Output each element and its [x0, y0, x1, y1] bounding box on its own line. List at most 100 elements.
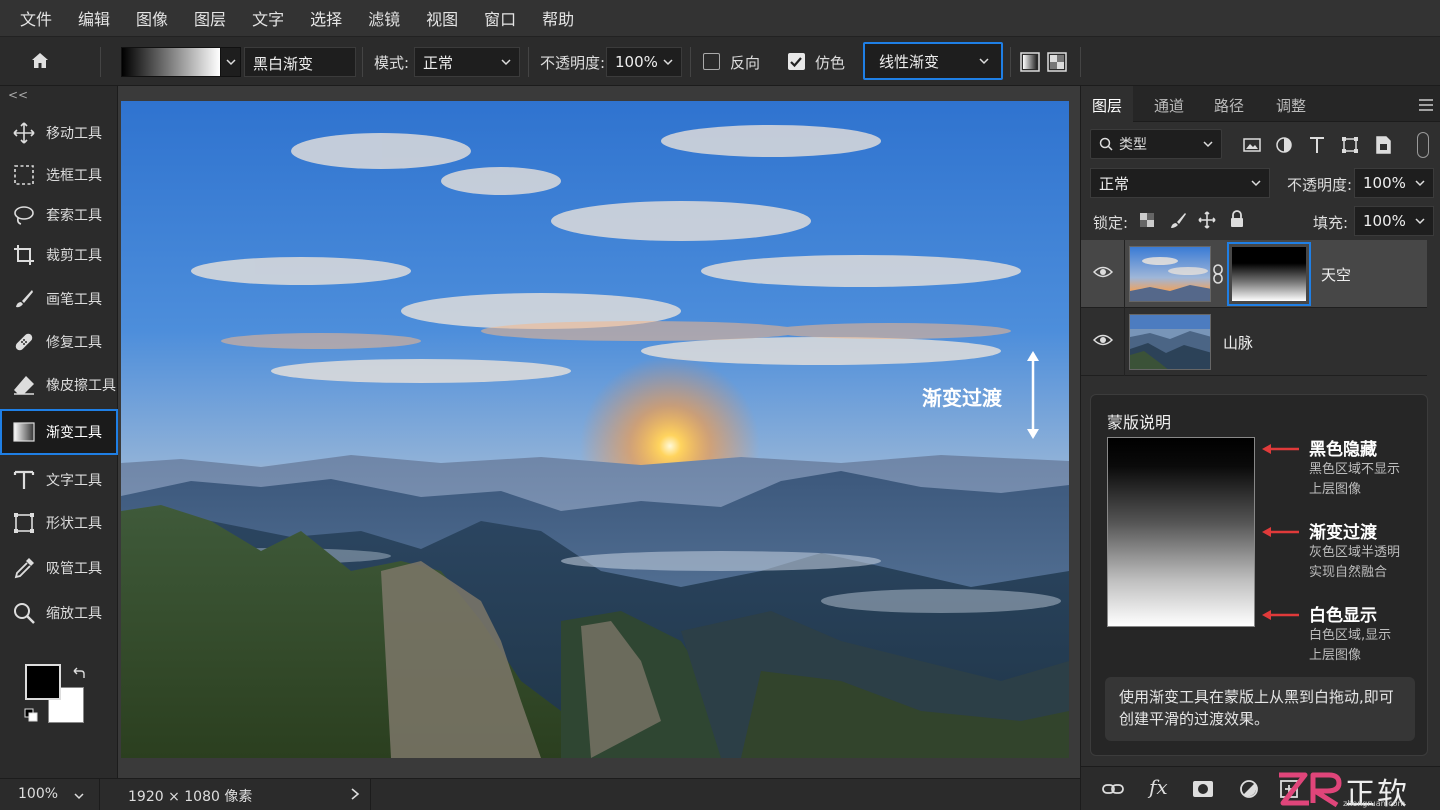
menu-view[interactable]: 视图: [426, 6, 458, 30]
menu-window[interactable]: 窗口: [484, 6, 516, 30]
filter-type-icon[interactable]: [1306, 134, 1328, 156]
canvas-area[interactable]: 渐变过渡: [118, 86, 1080, 778]
panel-menu-icon[interactable]: [1419, 99, 1433, 111]
gradient-style-mask-icon[interactable]: [1047, 52, 1067, 72]
eye-icon[interactable]: [1093, 264, 1113, 280]
lock-position-icon[interactable]: [1198, 211, 1216, 229]
zoom-select[interactable]: 100%: [0, 779, 100, 810]
default-colors-icon[interactable]: [24, 708, 38, 722]
mask-gradient-illustration: [1107, 437, 1255, 627]
blend-mode-select[interactable]: 正常: [1090, 168, 1270, 198]
layer-row-mountains[interactable]: 山脉: [1081, 308, 1427, 376]
tab-adjustments[interactable]: 调整: [1265, 86, 1317, 122]
fill-input[interactable]: 100%: [1354, 206, 1434, 236]
layer-name[interactable]: 山脉: [1223, 332, 1253, 353]
dither-checkbox[interactable]: [788, 53, 805, 70]
reverse-checkbox[interactable]: [703, 53, 720, 70]
lock-transparent-icon[interactable]: [1139, 212, 1155, 228]
annotation-heading: 黑色隐藏: [1309, 440, 1377, 460]
tool-gradient[interactable]: 渐变工具: [0, 409, 118, 455]
brush-icon: [16, 290, 33, 308]
tab-paths[interactable]: 路径: [1203, 86, 1255, 122]
divider: [690, 47, 691, 77]
eraser-icon: [14, 376, 34, 395]
link-layers-icon[interactable]: [1101, 777, 1125, 801]
mode-label: 模式:: [374, 54, 410, 72]
layer-opacity-label: 不透明度:: [1287, 176, 1353, 194]
tool-label: 选框工具: [46, 168, 102, 184]
menu-bar: 文件 编辑 图像 图层 文字 选择 滤镜 视图 窗口 帮助: [0, 0, 1440, 36]
gradient-picker[interactable]: [121, 47, 241, 77]
adjustment-layer-icon[interactable]: [1237, 777, 1261, 801]
filter-smart-object-icon[interactable]: [1372, 134, 1394, 156]
eye-icon[interactable]: [1093, 332, 1113, 348]
tool-zoom[interactable]: 缩放工具: [2, 592, 116, 634]
document-image[interactable]: [121, 101, 1069, 758]
swap-colors-icon[interactable]: [72, 666, 86, 680]
lock-all-icon[interactable]: [1229, 210, 1245, 228]
filter-image-icon[interactable]: [1241, 134, 1263, 156]
menu-image[interactable]: 图像: [136, 6, 168, 30]
chevron-right-icon[interactable]: [350, 787, 360, 801]
menu-file[interactable]: 文件: [20, 6, 52, 30]
lock-pixels-icon[interactable]: [1169, 211, 1187, 229]
mask-annotation-gradient: 渐变过渡 灰色区域半透明 实现自然融合: [1309, 518, 1400, 583]
mask-card-title: 蒙版说明: [1107, 413, 1172, 432]
layer-opacity-input[interactable]: 100%: [1354, 168, 1434, 198]
filter-adjustment-icon[interactable]: [1273, 134, 1295, 156]
gradient-icon: [13, 422, 35, 442]
layer-thumbnail[interactable]: [1129, 246, 1211, 302]
mask-gradient-preview: [1232, 247, 1306, 301]
tool-eyedropper[interactable]: 吸管工具: [2, 547, 116, 589]
menu-layer[interactable]: 图层: [194, 6, 226, 30]
tool-shape[interactable]: 形状工具: [2, 502, 116, 544]
tool-healing[interactable]: 修复工具: [2, 321, 116, 363]
mode-select[interactable]: 正常: [414, 47, 520, 77]
filter-shape-icon[interactable]: [1339, 134, 1361, 156]
tool-eraser[interactable]: 橡皮擦工具: [2, 364, 116, 406]
filter-toggle[interactable]: [1417, 132, 1429, 158]
link-icon[interactable]: [1211, 264, 1225, 284]
tool-crop[interactable]: 裁剪工具: [2, 234, 116, 276]
tool-label: 文字工具: [46, 473, 102, 489]
opacity-input[interactable]: 100%: [606, 47, 682, 77]
layer-mask-thumbnail[interactable]: [1227, 242, 1311, 306]
tool-label: 橡皮擦工具: [46, 378, 116, 394]
tab-layers[interactable]: 图层: [1081, 86, 1133, 122]
menu-filter[interactable]: 滤镜: [368, 6, 400, 30]
marquee-icon: [14, 165, 34, 185]
tool-type[interactable]: 文字工具: [2, 459, 116, 501]
menu-help[interactable]: 帮助: [542, 6, 574, 30]
gradient-type-select[interactable]: 线性渐变: [863, 42, 1003, 80]
menu-select[interactable]: 选择: [310, 6, 342, 30]
type-icon: [13, 470, 35, 489]
annotation-desc: 上层图像: [1309, 482, 1362, 497]
menu-edit[interactable]: 编辑: [78, 6, 110, 30]
panel-bottom-bar: fx 正软 zhengruan.com: [1081, 766, 1440, 810]
collapse-toolbar-button[interactable]: <<: [8, 88, 28, 102]
layer-style-fx-icon[interactable]: fx: [1149, 775, 1168, 799]
foreground-color-swatch[interactable]: [25, 664, 61, 700]
layer-row-sky[interactable]: 天空: [1081, 240, 1427, 308]
gradient-dropdown[interactable]: [220, 48, 240, 76]
gradient-swatch[interactable]: [122, 48, 220, 76]
options-bar: 黑白渐变 模式: 正常 不透明度: 100% 反向 仿色 线性渐变: [0, 36, 1440, 86]
tab-channels[interactable]: 通道: [1143, 86, 1195, 122]
tool-label: 移动工具: [46, 126, 102, 142]
layer-filter-select[interactable]: 类型: [1090, 129, 1222, 159]
layer-opacity-value: 100%: [1363, 174, 1406, 192]
layer-thumbnail[interactable]: [1129, 314, 1211, 370]
tool-brush[interactable]: 画笔工具: [2, 278, 116, 320]
gradient-style-linear-icon[interactable]: [1020, 52, 1040, 72]
mask-explanation-card: 蒙版说明 黑色隐藏 黑色区域不显示 上层图像 渐变过渡 灰色区域半透明 实现自然…: [1090, 394, 1428, 756]
menu-type[interactable]: 文字: [252, 6, 284, 30]
divider: [1010, 47, 1011, 77]
tool-move[interactable]: 移动工具: [2, 112, 116, 154]
layer-name[interactable]: 天空: [1321, 264, 1351, 285]
add-mask-icon[interactable]: [1191, 777, 1215, 801]
dither-label: 仿色: [815, 54, 846, 72]
home-icon[interactable]: [30, 51, 50, 71]
gradient-preset-name[interactable]: 黑白渐变: [244, 47, 356, 77]
tool-marquee[interactable]: 选框工具: [2, 154, 116, 196]
tool-lasso[interactable]: 套索工具: [2, 194, 116, 236]
